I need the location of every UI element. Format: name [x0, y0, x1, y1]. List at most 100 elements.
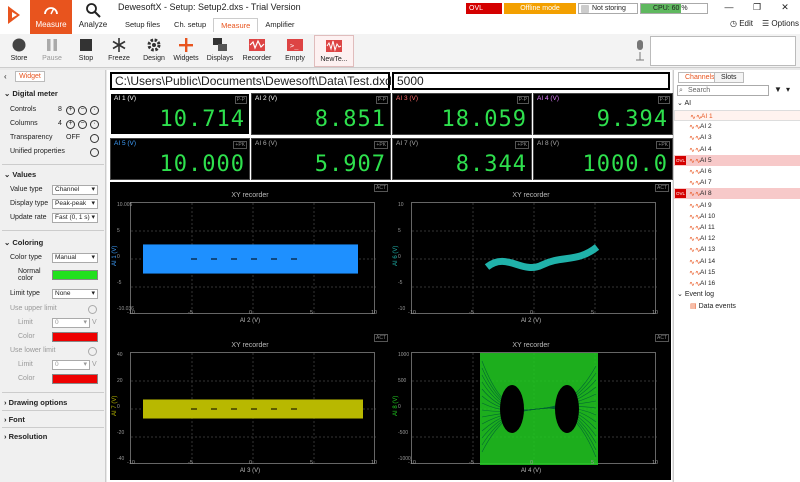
ovl-indicator[interactable]: OVL	[466, 3, 502, 14]
xy-recorder-graph[interactable]: XY recorder ACT AI 7 (V) AI 3 (V) -10 -5 0 5 10 4…	[110, 332, 390, 480]
channel-list-item[interactable]: ∿∿ AI 12	[674, 233, 800, 244]
event-log-header[interactable]: ⌄ Event log	[677, 290, 714, 298]
font-section[interactable]: › Font	[4, 415, 25, 424]
stop-button[interactable]: Stop	[70, 35, 102, 67]
channel-list-item[interactable]: ∿∿ AI 10	[674, 211, 800, 222]
channel-list-item[interactable]: ∿∿ AI 1	[674, 110, 800, 121]
minimize-icon[interactable]: —	[715, 0, 743, 14]
tab-slots[interactable]: Slots	[714, 72, 744, 83]
channel-list-item[interactable]: OVL ∿∿ AI 8	[674, 188, 800, 200]
upper-color-swatch[interactable]	[52, 332, 98, 342]
channel-list-item[interactable]: ∿∿ AI 15	[674, 267, 800, 278]
channel-list-item[interactable]: ∿∿ AI 4	[674, 144, 800, 155]
meter-type-tag: +PK	[656, 141, 670, 149]
digital-meter[interactable]: AI 5 (V) +PK 10.000	[110, 138, 250, 180]
channel-name: AI 8	[700, 190, 712, 198]
color-type-select[interactable]: Manual	[52, 253, 98, 263]
update-rate-select[interactable]: Fast (0, 1 s)	[52, 213, 98, 223]
xy-recorder-graph[interactable]: XY recorder ACT AI 6 (V) AI 2 (V) -10 -5 0 5 10 1…	[391, 182, 671, 330]
lower-limit-input[interactable]: 0	[52, 360, 90, 370]
edit-button[interactable]: ◷ Edit	[730, 19, 753, 28]
measure-main-tab[interactable]: Measure	[30, 0, 72, 34]
svg-text:>_: >_	[290, 42, 299, 50]
channel-list-item[interactable]: ∿∿ AI 9	[674, 200, 800, 211]
channel-list-item[interactable]: ∿∿ AI 13	[674, 244, 800, 255]
digital-meter[interactable]: AI 2 (V) P-P 8.851	[251, 93, 391, 135]
x-tick: 10	[652, 460, 659, 466]
limit-type-select[interactable]: None	[52, 289, 98, 299]
recorder-display-button[interactable]: Recorder	[240, 35, 274, 67]
controls-minus-icon[interactable]: −	[78, 106, 87, 115]
analyze-main-tab[interactable]: Analyze	[76, 0, 110, 34]
widgets-button[interactable]: Widgets	[170, 35, 202, 67]
channel-search-input[interactable]: ⌕ Search	[677, 85, 769, 96]
close-icon[interactable]: ✕	[771, 0, 799, 14]
tab-measure[interactable]: Measure	[213, 18, 259, 32]
data-events-item[interactable]: ▤ Data events	[690, 302, 736, 310]
channel-list-item[interactable]: ∿∿ AI 11	[674, 222, 800, 233]
channel-list-item[interactable]: ∿∿ AI 7	[674, 177, 800, 188]
channel-list-item[interactable]: ∿∿ AI 14	[674, 256, 800, 267]
restore-icon[interactable]: ❐	[743, 0, 771, 14]
controls-more-icon[interactable]: ·	[90, 106, 99, 115]
pause-button[interactable]: Pause	[36, 35, 68, 67]
digital-meter-section[interactable]: ⌄ Digital meter	[4, 89, 58, 98]
digital-meter[interactable]: AI 3 (V) P-P 18.059	[392, 93, 532, 135]
empty-display-button[interactable]: >_ Empty	[278, 35, 312, 67]
use-upper-limit-toggle[interactable]	[88, 305, 97, 314]
filter-icon[interactable]: ▼	[774, 85, 782, 94]
value-type-select[interactable]: Channel	[52, 185, 98, 195]
file-path-text-widget[interactable]: C:\Users\Public\Documents\Dewesoft\Data\…	[110, 72, 392, 90]
store-button[interactable]: Store	[2, 35, 36, 67]
dewesoft-logo-icon[interactable]	[4, 2, 24, 28]
columns-more-icon[interactable]: ·	[90, 120, 99, 129]
normal-color-swatch[interactable]	[52, 270, 98, 280]
channel-list-item[interactable]: ∿∿ AI 16	[674, 278, 800, 289]
xy-recorder-graph[interactable]: XY recorder ACT AI 1 (V) AI 2 (V) -10 -5 0 5 10 1…	[110, 182, 390, 330]
channel-list-item[interactable]: OVL ∿∿ AI 5	[674, 154, 800, 166]
channel-list-item[interactable]: ∿∿ AI 6	[674, 166, 800, 177]
use-lower-limit-toggle[interactable]	[88, 347, 97, 356]
dropdown-arrow-icon[interactable]: ▾	[786, 85, 790, 94]
channel-list-item[interactable]: ∿∿ AI 2	[674, 121, 800, 132]
controls-plus-icon[interactable]: +	[66, 106, 75, 115]
tab-widget[interactable]: Widget	[15, 71, 45, 82]
limit-type-label: Limit type	[10, 290, 40, 297]
offline-mode-badge[interactable]: Offline mode	[504, 3, 576, 14]
transparency-toggle[interactable]	[90, 134, 99, 143]
digital-meter[interactable]: AI 1 (V) P-P 10.714	[110, 93, 250, 135]
collapse-arrow-icon[interactable]: ‹	[4, 72, 7, 81]
digital-meter[interactable]: AI 8 (V) +PK 1000.0	[533, 138, 673, 180]
columns-minus-icon[interactable]: −	[78, 120, 87, 129]
columns-plus-icon[interactable]: +	[66, 120, 75, 129]
plot-area[interactable]	[411, 352, 657, 465]
new-template-button[interactable]: NewTe...	[314, 35, 354, 67]
ai-group-header[interactable]: ⌄ AI	[677, 99, 691, 107]
plot-area[interactable]	[130, 202, 376, 315]
tab-ch-setup[interactable]: Ch. setup	[167, 18, 213, 32]
tab-setup-files[interactable]: Setup files	[118, 18, 167, 32]
displays-button[interactable]: Displays	[204, 35, 236, 67]
coloring-section[interactable]: ⌄ Coloring	[4, 238, 43, 247]
resolution-section[interactable]: › Resolution	[4, 432, 47, 441]
notes-panel[interactable]	[650, 36, 796, 66]
plot-area[interactable]	[411, 202, 657, 315]
number-text-widget[interactable]: 5000	[392, 72, 670, 90]
options-button[interactable]: ☰ Options	[762, 19, 799, 28]
lower-color-swatch[interactable]	[52, 374, 98, 384]
channel-list-item[interactable]: ∿∿ AI 3	[674, 132, 800, 143]
xy-recorder-graph[interactable]: XY recorder ACT AI 8 (V) AI 4 (V) -10 -5 0 5 10 1…	[391, 332, 671, 480]
values-section[interactable]: ⌄ Values	[4, 170, 36, 179]
digital-meter[interactable]: AI 4 (V) P-P 9.394	[533, 93, 673, 135]
plot-area[interactable]	[130, 352, 376, 465]
microphone-icon[interactable]	[632, 34, 648, 68]
freeze-button[interactable]: Freeze	[104, 35, 134, 67]
digital-meter[interactable]: AI 6 (V) +PK 5.907	[251, 138, 391, 180]
display-type-select[interactable]: Peak-peak	[52, 199, 98, 209]
unified-properties-toggle[interactable]	[90, 148, 99, 157]
design-button[interactable]: Design	[140, 35, 168, 67]
tab-amplifier[interactable]: Amplifier	[258, 18, 301, 32]
drawing-options-section[interactable]: › Drawing options	[4, 398, 67, 407]
digital-meter[interactable]: AI 7 (V) +PK 8.344	[392, 138, 532, 180]
upper-limit-input[interactable]: 0	[52, 318, 90, 328]
